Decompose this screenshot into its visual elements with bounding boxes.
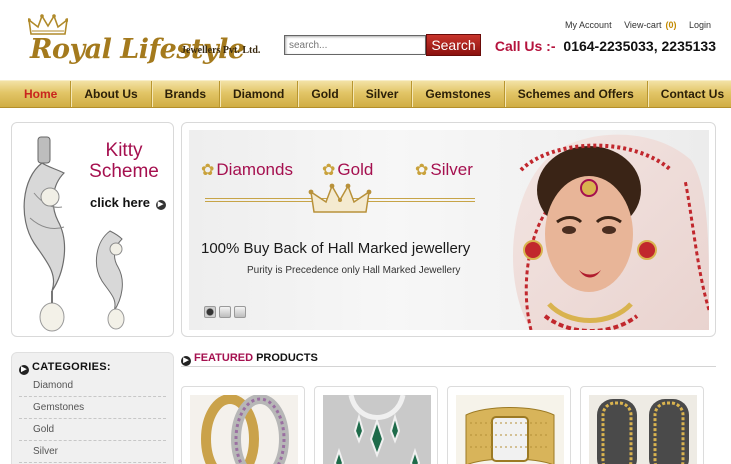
- cart-count-badge: (0): [665, 20, 677, 30]
- bride-model-image: [512, 134, 709, 330]
- category-item-diamond[interactable]: Diamond: [19, 375, 166, 397]
- product-image-watch: [456, 395, 564, 464]
- call-us-label: Call Us :-: [494, 38, 556, 54]
- featured-heading-word1: FEATURED: [194, 352, 254, 364]
- product-card[interactable]: [181, 386, 305, 464]
- promo-cta-label: click here: [90, 195, 150, 210]
- product-card[interactable]: [314, 386, 438, 464]
- flower-icon: ✿: [322, 162, 336, 179]
- arrow-circle-icon: ▶: [181, 356, 191, 366]
- slider-dot-2[interactable]: [219, 306, 231, 318]
- nav-item-gemstones[interactable]: Gemstones: [412, 81, 505, 107]
- flower-icon: ✿: [415, 162, 429, 179]
- site-logo[interactable]: Royal Lifestyle Jewellers Pvt. Ltd.: [22, 14, 272, 68]
- phone-numbers: 0164-2235033, 2235133: [563, 38, 716, 54]
- main-nav: Home About Us Brands Diamond Gold Silver…: [0, 80, 731, 108]
- featured-divider: [181, 366, 716, 367]
- product-card[interactable]: [580, 386, 704, 464]
- product-card[interactable]: [447, 386, 571, 464]
- banner-metal-gold: ✿ Gold: [322, 160, 373, 180]
- categories-list: Diamond Gemstones Gold Silver: [19, 375, 166, 463]
- product-image-bangle-pair: [589, 395, 697, 464]
- nav-item-brands[interactable]: Brands: [152, 81, 221, 107]
- featured-heading: ▶ FEATURED PRODUCTS: [181, 352, 318, 366]
- category-item-gemstones[interactable]: Gemstones: [19, 397, 166, 419]
- banner-metal-diamonds: ✿ Diamonds: [201, 160, 293, 180]
- categories-heading: ▶ CATEGORIES:: [19, 361, 111, 375]
- arrow-circle-icon: ▶: [155, 200, 166, 210]
- promo-title: Kitty Scheme: [89, 140, 159, 182]
- slider-dots: [204, 306, 246, 318]
- kitty-scheme-promo[interactable]: Kitty Scheme click here ▶: [11, 122, 174, 337]
- banner-headline: 100% Buy Back of Hall Marked jewellery: [201, 240, 471, 257]
- my-account-link[interactable]: My Account: [565, 20, 612, 30]
- view-cart-link[interactable]: View-cart: [624, 20, 661, 30]
- nav-item-diamond[interactable]: Diamond: [220, 81, 299, 107]
- product-image-necklace-set: [323, 395, 431, 464]
- nav-item-gold[interactable]: Gold: [298, 81, 353, 107]
- crown-icon: [28, 14, 68, 35]
- categories-heading-label: CATEGORIES:: [32, 361, 111, 373]
- featured-heading-word2: PRODUCTS: [256, 352, 318, 364]
- arrow-circle-icon: ▶: [19, 365, 29, 375]
- category-item-gold[interactable]: Gold: [19, 419, 166, 441]
- hero-banner[interactable]: ✿ Diamonds ✿ Gold ✿ Silver 100% Buy Back of…: [181, 122, 716, 337]
- nav-item-contact-us[interactable]: Contact Us: [648, 81, 731, 107]
- banner-subline: Purity is Precedence only Hall Marked Je…: [247, 265, 461, 276]
- nav-item-home[interactable]: Home: [0, 81, 72, 107]
- slider-dot-3[interactable]: [234, 306, 246, 318]
- flower-icon: ✿: [201, 162, 215, 179]
- banner-metal-label: Diamonds: [216, 160, 293, 179]
- category-item-silver[interactable]: Silver: [19, 441, 166, 463]
- search-input[interactable]: [284, 35, 426, 55]
- product-image-bangles: [190, 395, 298, 464]
- brand-subtitle: Jewellers Pvt. Ltd.: [181, 45, 261, 56]
- call-us: Call Us :- 0164-2235033, 2235133: [495, 38, 716, 54]
- banner-slide: ✿ Diamonds ✿ Gold ✿ Silver 100% Buy Back of…: [189, 130, 709, 330]
- banner-metal-label: Gold: [337, 160, 374, 179]
- nav-item-about-us[interactable]: About Us: [71, 81, 152, 107]
- top-links: My Account View-cart (0) Login: [555, 20, 711, 30]
- categories-panel: ▶ CATEGORIES: Diamond Gemstones Gold Silv…: [11, 352, 174, 464]
- nav-item-silver[interactable]: Silver: [353, 81, 413, 107]
- search-button[interactable]: Search: [426, 34, 481, 56]
- promo-cta-link[interactable]: click here ▶: [90, 195, 166, 210]
- nav-item-schemes-offers[interactable]: Schemes and Offers: [505, 81, 648, 107]
- slider-dot-1[interactable]: [204, 306, 216, 318]
- crown-icon: [308, 183, 372, 213]
- login-link[interactable]: Login: [689, 20, 711, 30]
